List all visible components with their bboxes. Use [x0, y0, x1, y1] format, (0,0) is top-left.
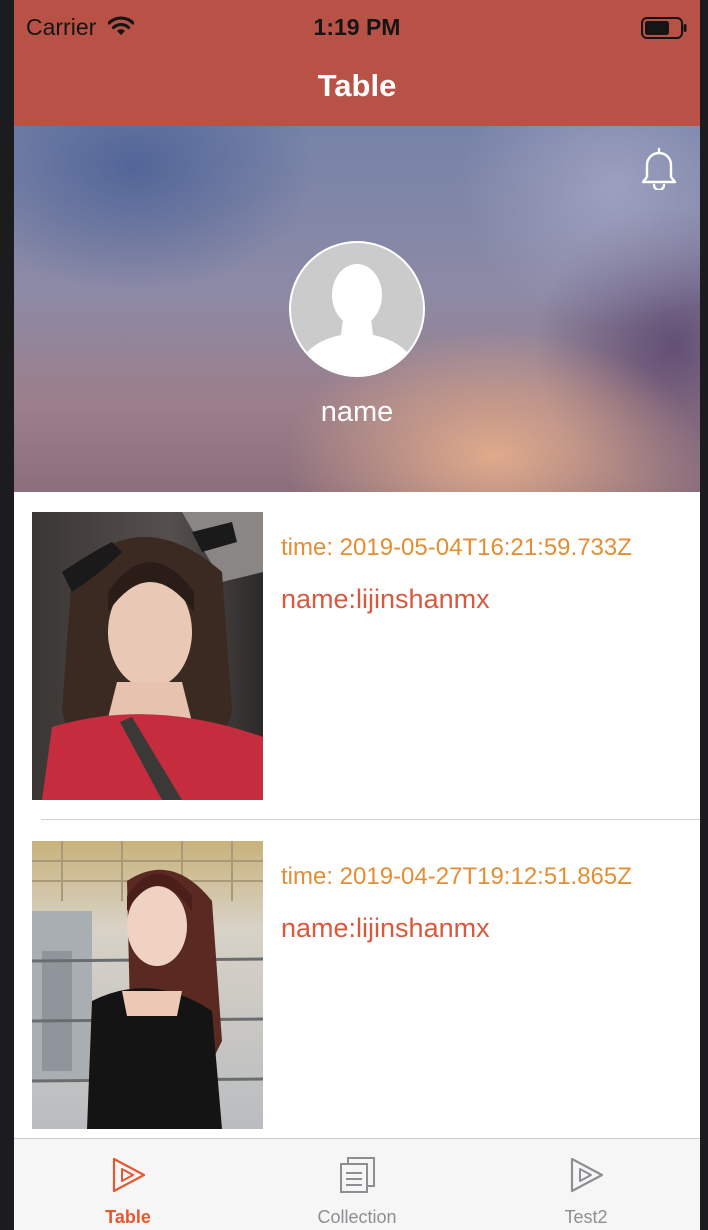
item-time: time: 2019-04-27T19:12:51.865Z	[281, 863, 632, 890]
avatar[interactable]	[289, 241, 425, 377]
feed-list[interactable]: time: 2019-05-04T16:21:59.733Z name:liji…	[14, 492, 700, 1138]
item-name: name:lijinshanmx	[281, 584, 490, 614]
tab-bar: Table Collection Test2	[14, 1138, 700, 1230]
stacked-docs-icon	[340, 1157, 375, 1193]
profile-header: name	[14, 126, 700, 492]
navigation-bar: Carrier 1:19 PM Table	[14, 0, 700, 126]
play-outline-icon	[112, 1157, 146, 1193]
play-outline-icon	[570, 1157, 604, 1193]
item-photo	[32, 841, 263, 1129]
tab-collection[interactable]: Collection	[243, 1139, 471, 1230]
bell-icon[interactable]	[638, 146, 680, 190]
battery-icon	[641, 17, 687, 39]
item-photo	[32, 512, 263, 800]
tab-label: Table	[105, 1207, 151, 1227]
tab-label: Test2	[564, 1207, 608, 1227]
tab-label: Collection	[317, 1207, 397, 1227]
list-item[interactable]: time: 2019-04-27T19:12:51.865Z name:liji…	[14, 821, 700, 1138]
row-separator	[41, 819, 700, 820]
item-name: name:lijinshanmx	[281, 913, 490, 943]
app-screen: Carrier 1:19 PM Table name time: 2019-05…	[14, 0, 700, 1230]
list-item[interactable]: time: 2019-05-04T16:21:59.733Z name:liji…	[14, 492, 700, 820]
person-placeholder-icon	[299, 264, 415, 375]
page-title: Table	[317, 68, 397, 103]
status-time: 1:19 PM	[313, 14, 401, 40]
status-bar: Carrier 1:19 PM	[14, 0, 700, 56]
tab-table[interactable]: Table	[14, 1139, 242, 1230]
tab-test2[interactable]: Test2	[472, 1139, 700, 1230]
profile-name: name	[320, 396, 394, 428]
item-time: time: 2019-05-04T16:21:59.733Z	[281, 534, 632, 561]
